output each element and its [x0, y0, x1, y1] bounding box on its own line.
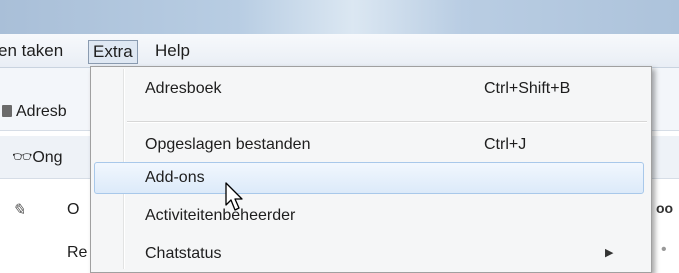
menu-item-adresboek[interactable]: Adresboek Ctrl+Shift+B — [91, 72, 651, 106]
window-titlebar — [0, 0, 679, 34]
menu-taken[interactable]: en taken — [0, 40, 63, 62]
menu-item-add-ons[interactable]: Add-ons — [91, 161, 651, 195]
mouse-pointer-icon — [225, 182, 243, 211]
submenu-arrow-icon: ▶ — [605, 247, 614, 259]
read-status-icon[interactable]: • — [661, 241, 667, 259]
menu-item-activiteitenbeheerder[interactable]: Activiteitenbeheerder — [91, 199, 651, 233]
thread-icon[interactable]: oo — [656, 200, 673, 216]
menu-separator — [127, 121, 647, 123]
menu-item-label: Opgeslagen bestanden — [145, 136, 311, 153]
attachment-icon[interactable]: ✎ — [12, 200, 25, 220]
address-book-label: Adresb — [16, 103, 67, 120]
menu-item-shortcut: Ctrl+Shift+B — [484, 80, 571, 97]
menu-item-opgeslagen-bestanden[interactable]: Opgeslagen bestanden Ctrl+J — [91, 128, 651, 162]
menu-help[interactable]: Help — [155, 40, 190, 62]
menu-item-label: Activiteitenbeheerder — [145, 207, 296, 224]
menu-item-label: Adresboek — [145, 80, 222, 97]
extra-menu-dropdown: Adresboek Ctrl+Shift+B Opgeslagen bestan… — [90, 66, 652, 273]
menu-item-chatstatus[interactable]: Chatstatus ▶ — [91, 237, 651, 271]
menu-item-label: Chatstatus — [145, 245, 222, 262]
address-book-button[interactable]: Adresb — [2, 103, 67, 121]
menu-extra[interactable]: Extra — [88, 40, 138, 64]
glasses-icon: 👓︎ — [12, 149, 33, 166]
column-subject-label[interactable]: O — [67, 201, 79, 219]
menu-item-shortcut: Ctrl+J — [484, 136, 527, 153]
filter-unread-button[interactable]: 👓︎Ong — [12, 147, 63, 167]
menu-item-label: Add-ons — [145, 169, 205, 186]
filter-unread-label: Ong — [32, 149, 63, 166]
address-book-icon — [2, 105, 12, 117]
message-row-subject[interactable]: Re — [67, 244, 87, 262]
